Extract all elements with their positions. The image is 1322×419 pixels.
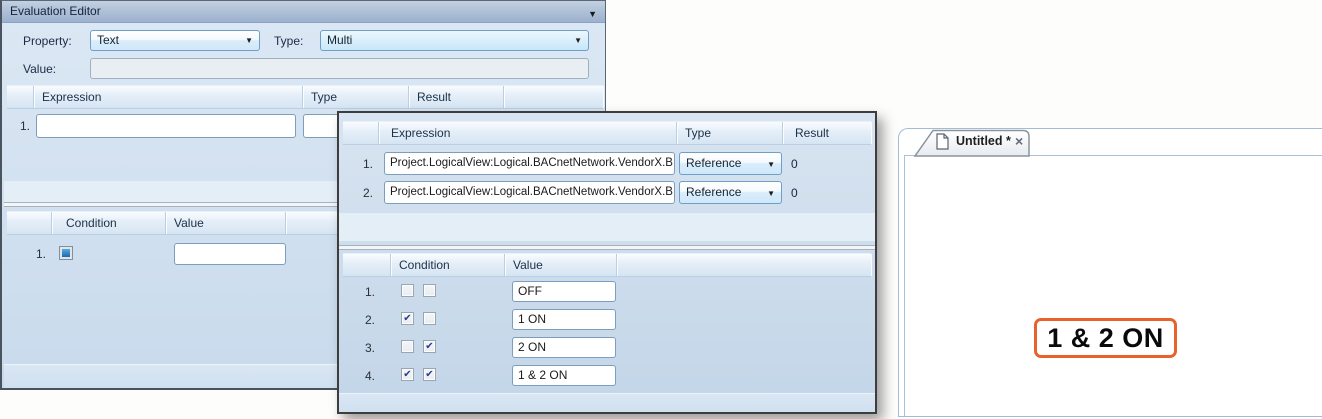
condition-value-input[interactable]: 2 ON — [512, 337, 616, 358]
screen: Evaluation Editor ▼ Property: Text ▼ Typ… — [0, 0, 1322, 419]
row-number-header — [343, 254, 391, 276]
expression-type-dropdown[interactable]: Reference ▼ — [679, 181, 782, 204]
expression-input[interactable] — [36, 114, 296, 138]
canvas-text-value: 1 & 2 ON — [1047, 323, 1164, 354]
check-icon: ✔ — [424, 369, 435, 381]
check-icon: ✔ — [402, 369, 413, 381]
expression-table-header: Expression Type Result — [7, 85, 603, 109]
row-number: 1. — [26, 247, 46, 261]
canvas-text-element[interactable]: 1 & 2 ON — [1034, 318, 1177, 358]
check-icon: ✔ — [402, 313, 413, 325]
new-row-band — [339, 213, 875, 241]
indeterminate-checkbox[interactable] — [59, 246, 73, 260]
expression-type-dropdown[interactable]: Reference ▼ — [679, 152, 782, 175]
row-number: 1. — [10, 119, 30, 133]
property-dropdown[interactable]: Text ▼ — [90, 30, 260, 51]
condition-value-input[interactable]: 1 ON — [512, 309, 616, 330]
property-label: Property: — [23, 34, 72, 48]
condition-checkbox-1[interactable] — [401, 340, 414, 353]
type-dropdown-value: Multi — [327, 33, 352, 47]
result-value: 0 — [791, 186, 798, 200]
condition-column-header[interactable]: Condition — [52, 212, 166, 234]
close-icon[interactable]: × — [1015, 133, 1023, 149]
condition-checkbox-1[interactable] — [401, 284, 414, 297]
panel-titlebar: Evaluation Editor ▼ — [2, 1, 605, 23]
expression-column-header[interactable]: Expression — [379, 122, 677, 144]
panel-title: Evaluation Editor — [10, 4, 101, 18]
chevron-down-icon: ▼ — [767, 190, 775, 198]
condition-checkbox-1[interactable]: ✔ — [401, 368, 414, 381]
expression-type-value: Reference — [686, 185, 741, 199]
condition-value-input[interactable]: 1 & 2 ON — [512, 365, 616, 386]
expression-type-value: Reference — [686, 156, 741, 170]
expression-input[interactable]: Project.LogicalView:Logical.BACnetNetwor… — [384, 181, 675, 204]
value-column-header[interactable]: Value — [166, 212, 286, 234]
evaluation-popup-panel: Expression Type Result 1. Project.Logica… — [337, 111, 877, 414]
blank-column-header — [617, 254, 871, 276]
type-dropdown[interactable]: Multi ▼ — [320, 30, 589, 51]
row-number: 2. — [353, 313, 375, 327]
result-column-header[interactable]: Result — [409, 86, 504, 108]
panel-footer — [339, 393, 875, 412]
condition-checkbox-2[interactable] — [423, 312, 436, 325]
value-column-header[interactable]: Value — [505, 254, 617, 276]
expression-type-dropdown-partial[interactable] — [303, 114, 340, 138]
chevron-down-icon: ▼ — [767, 161, 775, 169]
type-column-header[interactable]: Type — [677, 122, 783, 144]
row-number: 3. — [353, 341, 375, 355]
panel-menu-arrow-icon[interactable]: ▼ — [588, 4, 597, 25]
result-column-header[interactable]: Result — [783, 122, 871, 144]
row-number: 2. — [351, 186, 373, 200]
type-column-header[interactable]: Type — [303, 86, 409, 108]
type-label: Type: — [274, 34, 303, 48]
condition-value-input[interactable]: OFF — [512, 281, 616, 302]
row-number: 4. — [353, 369, 375, 383]
condition-value-input[interactable] — [174, 243, 286, 265]
condition-checkbox-2[interactable] — [423, 284, 436, 297]
property-dropdown-value: Text — [97, 33, 119, 47]
row-number-header — [343, 122, 379, 144]
document-icon — [936, 133, 950, 151]
row-number-header — [7, 212, 52, 234]
chevron-down-icon: ▼ — [245, 37, 253, 45]
canvas-surface[interactable] — [904, 155, 1322, 416]
row-number: 1. — [351, 157, 373, 171]
row-number-header — [7, 86, 34, 108]
expression-column-header[interactable]: Expression — [34, 86, 303, 108]
condition-column-header[interactable]: Condition — [391, 254, 505, 276]
splitter[interactable] — [339, 245, 875, 250]
condition-table-header: Condition Value — [343, 253, 871, 277]
condition-checkbox-2[interactable]: ✔ — [423, 340, 436, 353]
value-field[interactable] — [90, 58, 589, 79]
tab-title: Untitled * — [956, 134, 1011, 148]
condition-checkbox-2[interactable]: ✔ — [423, 368, 436, 381]
check-icon: ✔ — [424, 341, 435, 353]
expression-table-header: Expression Type Result — [343, 121, 871, 145]
value-label: Value: — [23, 62, 56, 76]
chevron-down-icon: ▼ — [574, 37, 582, 45]
row-number: 1. — [353, 285, 375, 299]
condition-checkbox-1[interactable]: ✔ — [401, 312, 414, 325]
result-value: 0 — [791, 157, 798, 171]
expression-input[interactable]: Project.LogicalView:Logical.BACnetNetwor… — [384, 152, 675, 175]
indeterminate-fill — [62, 249, 70, 257]
blank-column-header — [504, 86, 603, 108]
